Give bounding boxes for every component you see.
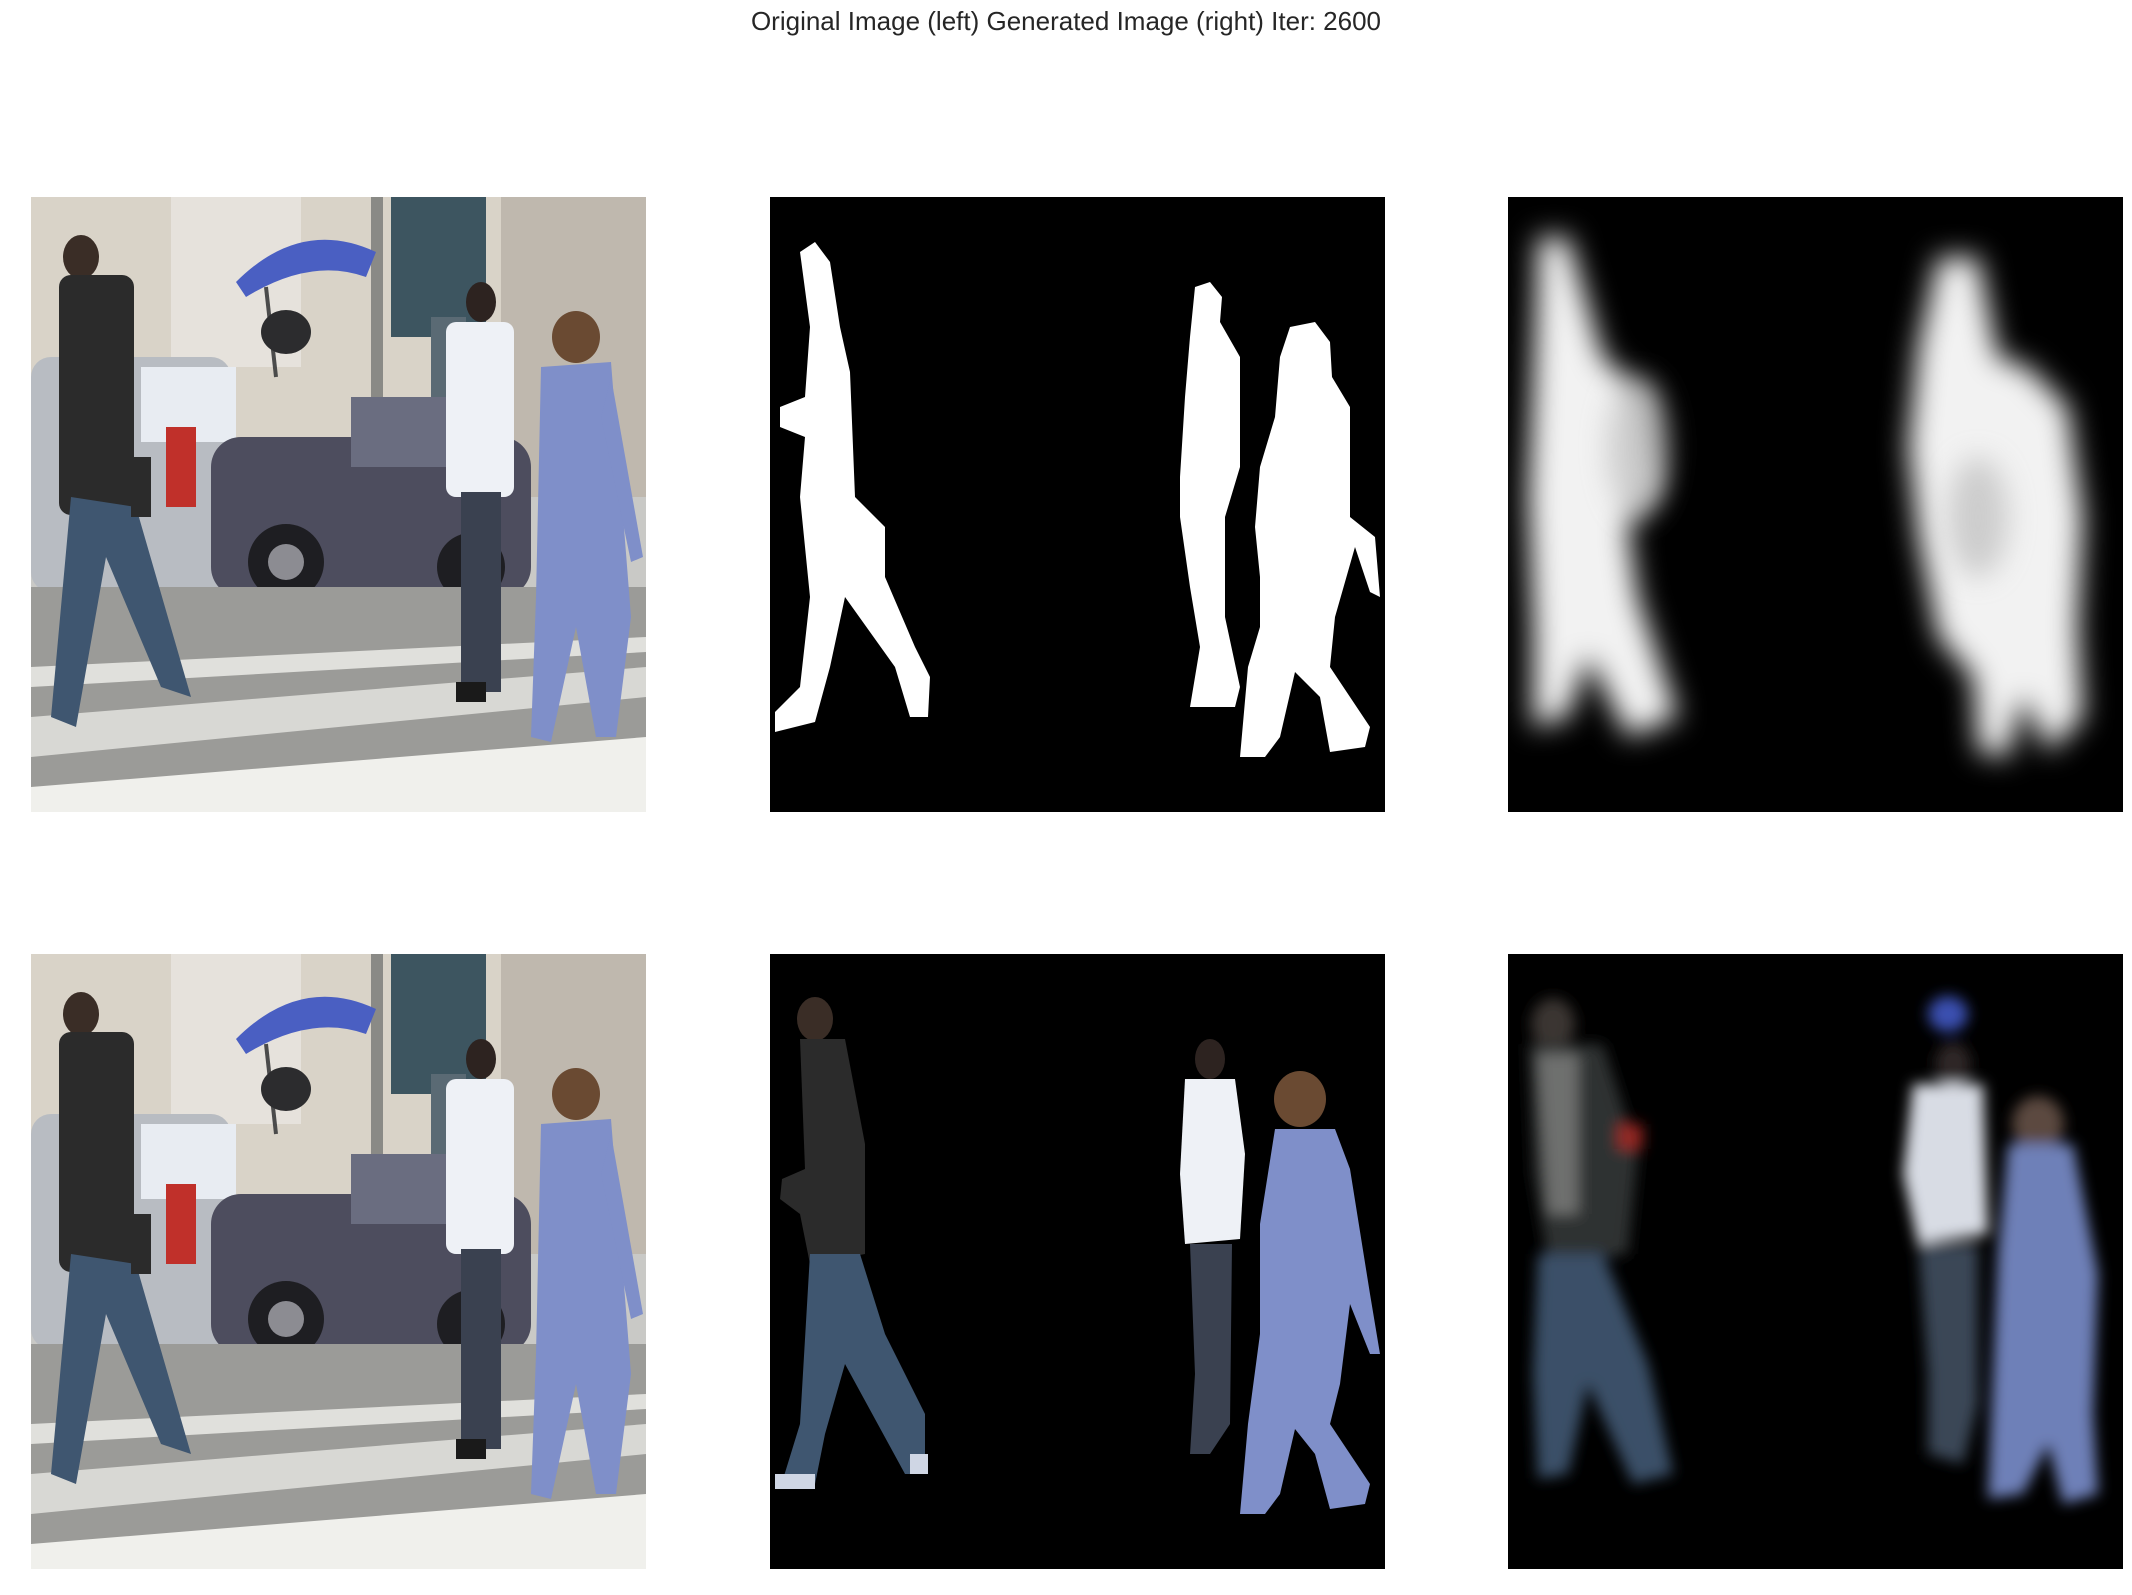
original-image <box>31 197 646 812</box>
ground-truth-mask-image <box>770 197 1385 812</box>
panel-original-image-top <box>31 197 646 812</box>
panel-ground-truth-mask <box>770 197 1385 812</box>
generated-masked-image <box>1508 954 2123 1569</box>
panel-ground-truth-masked <box>770 954 1385 1569</box>
panel-generated-mask <box>1508 197 2123 812</box>
figure-title: Original Image (left) Generated Image (r… <box>750 6 1382 36</box>
original-image <box>31 954 646 1569</box>
panel-original-image-bottom <box>31 954 646 1569</box>
ground-truth-masked-image <box>770 954 1385 1569</box>
panel-generated-masked <box>1508 954 2123 1569</box>
generated-mask-image <box>1508 197 2123 812</box>
